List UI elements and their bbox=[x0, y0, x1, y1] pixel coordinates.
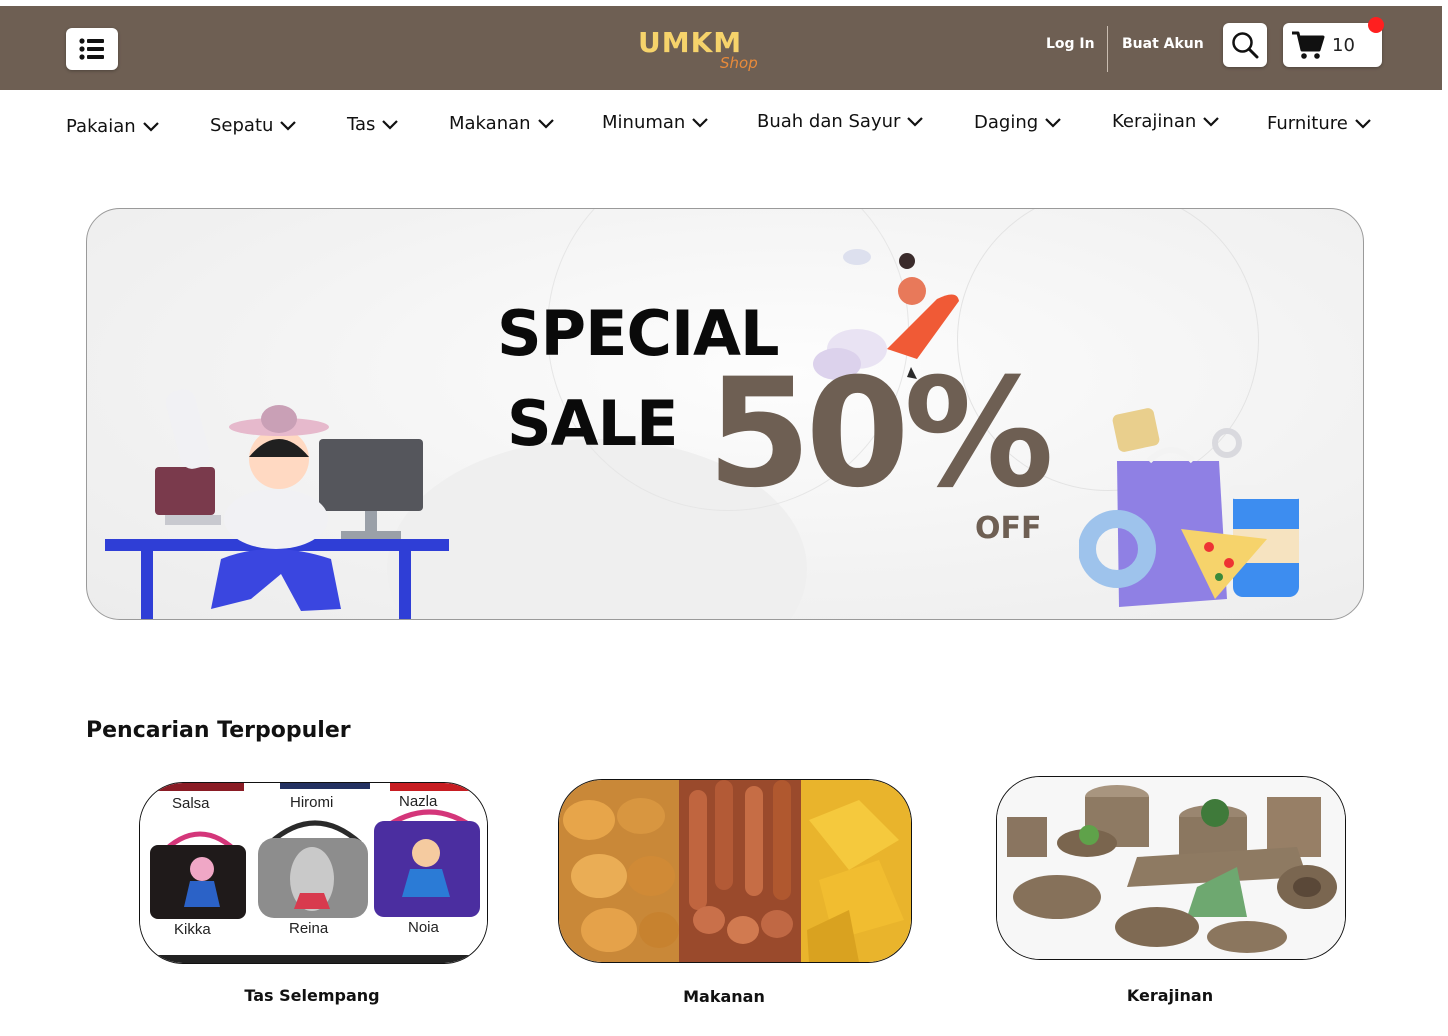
chevron-down-icon bbox=[382, 119, 399, 130]
popular-card-tas-selempang[interactable]: Salsa Hiromi Nazla Kikka Reina Noia bbox=[139, 782, 488, 964]
cart-notification-dot bbox=[1368, 17, 1384, 33]
nav-item-kerajinan[interactable]: Kerajinan bbox=[1112, 111, 1220, 132]
bag-name-kikka: Kikka bbox=[174, 921, 211, 938]
popular-card-label-kerajinan[interactable]: Kerajinan bbox=[1020, 986, 1320, 1005]
popular-card-kerajinan[interactable] bbox=[996, 776, 1346, 960]
chevron-down-icon bbox=[142, 121, 159, 132]
crafts-product-image bbox=[997, 777, 1345, 959]
nav-item-buah-dan-sayur[interactable]: Buah dan Sayur bbox=[757, 111, 924, 132]
banner-headline-sale: SALE bbox=[507, 387, 678, 460]
nav-item-label: Daging bbox=[974, 112, 1039, 133]
chevron-down-icon bbox=[537, 118, 554, 129]
shopping-items-illustration bbox=[1079, 408, 1303, 607]
bag-name-salsa: Salsa bbox=[172, 795, 210, 812]
search-button[interactable] bbox=[1223, 23, 1267, 67]
cart-button[interactable]: 10 bbox=[1283, 17, 1384, 67]
nav-item-furniture[interactable]: Furniture bbox=[1267, 113, 1372, 134]
nav-item-label: Makanan bbox=[449, 113, 531, 134]
nav-item-tas[interactable]: Tas bbox=[347, 114, 399, 135]
nav-item-label: Pakaian bbox=[66, 116, 136, 137]
nav-item-makanan[interactable]: Makanan bbox=[449, 113, 555, 134]
chevron-down-icon bbox=[1045, 117, 1061, 128]
top-header: UMKM Shop Log In Buat Akun 10 bbox=[0, 6, 1442, 90]
chevron-down-icon bbox=[280, 120, 297, 131]
character-desk-illustration bbox=[105, 389, 449, 619]
popular-card-makanan[interactable] bbox=[558, 779, 912, 963]
nav-item-pakaian[interactable]: Pakaian bbox=[66, 116, 160, 137]
nav-item-sepatu[interactable]: Sepatu bbox=[210, 115, 297, 136]
cart-icon bbox=[1292, 31, 1325, 59]
bag-name-hiromi: Hiromi bbox=[290, 794, 334, 811]
signup-link[interactable]: Buat Akun bbox=[1122, 36, 1204, 52]
nav-item-label: Furniture bbox=[1267, 113, 1348, 134]
section-title-popular: Pencarian Terpopuler bbox=[86, 718, 351, 743]
search-icon bbox=[1232, 32, 1259, 59]
list-icon bbox=[79, 38, 104, 60]
logo[interactable]: UMKM Shop bbox=[638, 26, 778, 86]
bag-name-reina: Reina bbox=[289, 920, 329, 937]
banner-off-label: OFF bbox=[975, 511, 1042, 546]
nav-item-label: Tas bbox=[347, 114, 376, 135]
cart-count: 10 bbox=[1332, 35, 1355, 56]
bag-name-nazla: Nazla bbox=[399, 793, 438, 810]
logo-subtext: Shop bbox=[720, 54, 758, 72]
nav-item-label: Kerajinan bbox=[1112, 111, 1197, 132]
popular-card-label-makanan[interactable]: Makanan bbox=[574, 987, 874, 1006]
food-product-image bbox=[559, 780, 911, 962]
banner-discount: 50% bbox=[707, 347, 1054, 521]
promo-banner[interactable]: SPECIAL SALE 50% OFF bbox=[86, 208, 1364, 620]
chevron-down-icon bbox=[907, 116, 924, 127]
bag-name-noia: Noia bbox=[408, 919, 439, 936]
chevron-down-icon bbox=[692, 117, 709, 128]
category-nav: Pakaian Sepatu Tas Makanan Minuman Buah … bbox=[0, 108, 1448, 142]
nav-item-minuman[interactable]: Minuman bbox=[602, 112, 709, 133]
nav-item-daging[interactable]: Daging bbox=[974, 112, 1062, 133]
nav-item-label: Sepatu bbox=[210, 115, 274, 136]
popular-card-label-tas-selempang[interactable]: Tas Selempang bbox=[162, 986, 462, 1005]
nav-item-label: Minuman bbox=[602, 112, 686, 133]
nav-item-label: Buah dan Sayur bbox=[757, 111, 901, 132]
chevron-down-icon bbox=[1355, 118, 1371, 129]
header-divider bbox=[1107, 26, 1108, 72]
login-link[interactable]: Log In bbox=[1046, 36, 1095, 52]
menu-button[interactable] bbox=[66, 28, 118, 70]
chevron-down-icon bbox=[1203, 116, 1220, 127]
